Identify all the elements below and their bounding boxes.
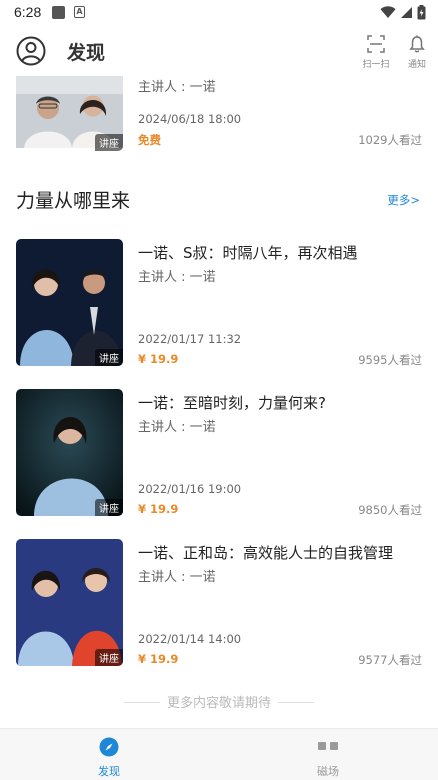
course-title: 一诺、正和岛：高效能人士的自我管理	[138, 544, 394, 562]
nav-tab-discover[interactable]: 发现	[79, 737, 139, 779]
course-views: 9850人看过	[358, 503, 422, 517]
bell-icon	[409, 35, 425, 53]
notification-button[interactable]: 通知	[401, 35, 433, 70]
course-tag: 讲座	[95, 499, 123, 516]
course-date: 2024/06/18 18:00	[138, 112, 242, 126]
footer-note: 更多内容敬请期待	[166, 696, 271, 711]
status-icons	[380, 4, 426, 20]
course-speaker: 主讲人 : 一诺	[138, 420, 216, 435]
course-thumbnail: 讲座	[16, 539, 123, 666]
course-title: 一诺、S叔：时隔八年，再次相遇	[138, 244, 358, 262]
course-item[interactable]: 讲座 一诺、S叔：时隔八年，再次相遇 主讲人 : 一诺 2022/01/17 1…	[0, 239, 438, 369]
course-item[interactable]: 讲座 一诺、正和岛：高效能人士的自我管理 主讲人 : 一诺 2022/01/14…	[0, 539, 438, 669]
status-time: 6:28	[14, 4, 42, 20]
course-thumbnail: 讲座	[16, 239, 123, 366]
section-title: 力量从哪里来	[16, 190, 131, 212]
course-price: 免费	[138, 133, 161, 147]
course-title: 一诺：至暗时刻，力量何来?	[138, 394, 326, 412]
nav-label-field: 磁场	[317, 765, 339, 778]
nav-label-discover: 发现	[98, 765, 120, 778]
grid-icon	[318, 742, 338, 750]
notification-square-icon	[52, 6, 65, 19]
course-date: 2022/01/16 19:00	[138, 482, 242, 496]
battery-icon	[417, 4, 426, 19]
user-circle-icon[interactable]	[16, 36, 46, 66]
course-thumbnail: 讲座	[16, 76, 123, 151]
course-price: ¥ 19.9	[138, 502, 179, 516]
course-thumbnail: 讲座	[16, 389, 123, 516]
status-bar: 6:28 A	[0, 0, 438, 26]
a-badge-icon: A	[74, 6, 85, 18]
course-views: 9595人看过	[358, 353, 422, 367]
scan-button[interactable]: 扫一扫	[360, 35, 392, 70]
course-speaker: 主讲人 : 一诺	[138, 270, 216, 285]
speaker-photo-image	[16, 389, 123, 516]
bottom-nav: 发现 磁场	[0, 728, 438, 780]
scan-icon	[367, 35, 385, 53]
course-tag: 讲座	[95, 349, 123, 366]
speakers-photo-image	[16, 239, 123, 366]
discover-list[interactable]: 讲座 主讲人 : 一诺 2024/06/18 18:00 免费 1029人看过 …	[0, 76, 438, 728]
nav-tab-field[interactable]: 磁场	[298, 737, 358, 779]
compass-icon	[99, 737, 119, 757]
wifi-icon	[380, 5, 396, 18]
course-speaker: 主讲人 : 一诺	[138, 80, 216, 95]
more-link[interactable]: 更多>	[387, 192, 420, 208]
course-date: 2022/01/17 11:32	[138, 332, 242, 346]
course-views: 9577人看过	[358, 653, 422, 667]
course-price: ¥ 19.9	[138, 352, 179, 366]
speakers-photo-image	[16, 539, 123, 666]
divider-right	[278, 702, 314, 703]
notification-label: 通知	[407, 60, 426, 70]
course-date: 2022/01/14 14:00	[138, 632, 242, 646]
page-title: 发现	[67, 42, 106, 64]
course-item-top[interactable]: 讲座 主讲人 : 一诺 2024/06/18 18:00 免费 1029人看过	[0, 76, 438, 154]
course-speaker: 主讲人 : 一诺	[138, 570, 216, 585]
scan-label: 扫一扫	[362, 60, 390, 70]
course-tag: 讲座	[95, 649, 123, 666]
course-tag: 讲座	[95, 134, 123, 151]
course-views: 1029人看过	[358, 133, 422, 147]
signal-icon	[401, 6, 412, 18]
course-price: ¥ 19.9	[138, 652, 179, 666]
app-header: 发现 扫一扫 通知	[0, 26, 438, 76]
course-item[interactable]: 讲座 一诺：至暗时刻，力量何来? 主讲人 : 一诺 2022/01/16 19:…	[0, 389, 438, 519]
